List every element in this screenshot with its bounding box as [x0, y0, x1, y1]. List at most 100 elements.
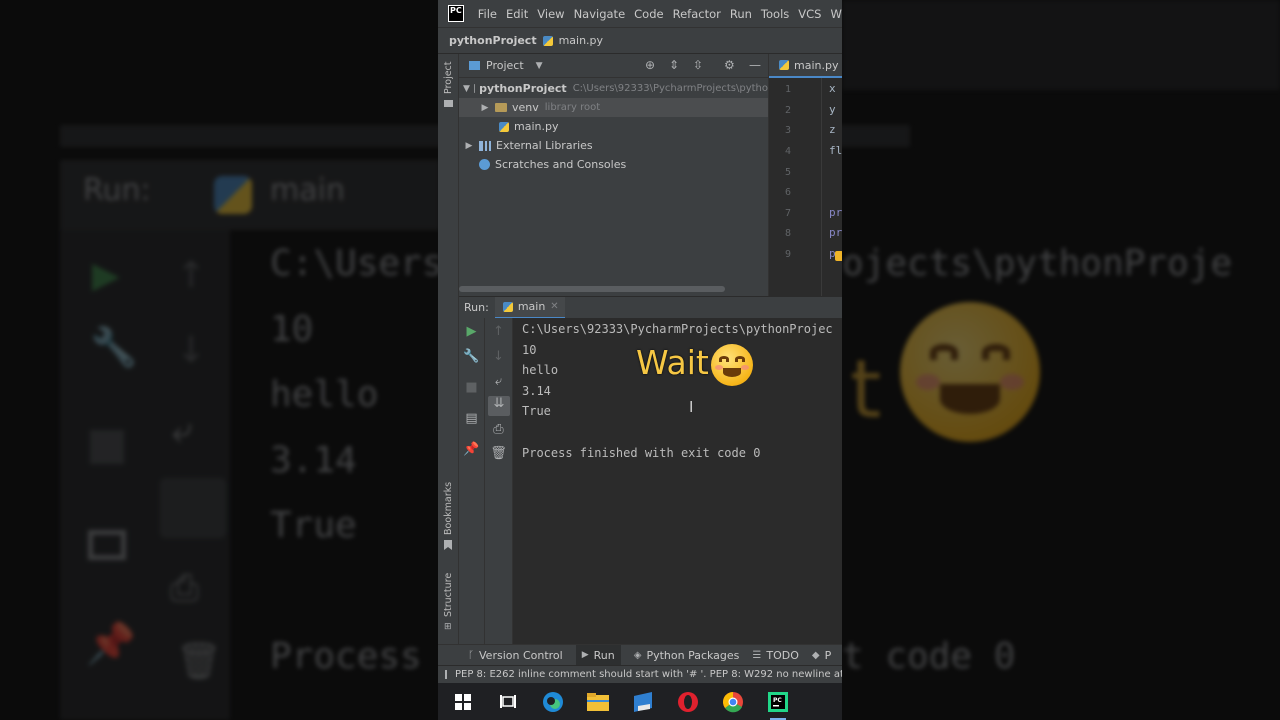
menu-bar: PC File Edit View Navigate Code Refactor… — [438, 0, 842, 27]
ms-store-icon[interactable] — [630, 689, 656, 715]
wait-overlay: Wait — [636, 343, 753, 386]
status-message: PEP 8: E262 inline comment should start … — [455, 669, 842, 680]
line-number: 4 — [784, 146, 791, 157]
bg-wrap-icon: ⤶ — [172, 410, 193, 451]
menu-run[interactable]: Run — [730, 7, 752, 21]
tree-item-external-libraries[interactable]: ▶ External Libraries — [459, 136, 768, 155]
run-tab-label: main — [517, 300, 546, 313]
menu-view[interactable]: View — [537, 7, 564, 21]
tree-item-scratches[interactable]: Scratches and Consoles — [459, 155, 768, 174]
run-tool-label: Run — [593, 648, 615, 662]
branch-icon: ᚴ — [468, 649, 474, 661]
menu-window[interactable]: Wind — [830, 7, 842, 21]
menu-refactor[interactable]: Refactor — [673, 7, 721, 21]
run-tab-main[interactable]: main ✕ — [494, 296, 565, 319]
library-icon — [479, 140, 491, 151]
status-window-icon[interactable] — [445, 670, 447, 679]
opera-browser-icon[interactable] — [675, 689, 701, 715]
chevron-down-icon[interactable]: ▼ — [463, 84, 470, 94]
tree-item-venv[interactable]: ▶ venv library root — [459, 98, 768, 117]
project-tool-button[interactable]: Project — [443, 61, 454, 94]
bookmark-icon — [444, 540, 452, 550]
rerun-icon[interactable]: ▶ — [459, 324, 484, 339]
stop-icon[interactable]: ■ — [459, 380, 484, 395]
editor-tab-main-py[interactable]: main.py — [769, 54, 842, 78]
bg-run-icon: ▶ — [92, 255, 120, 296]
console-line: Process finished with exit code 0 — [522, 446, 761, 460]
python-console-button[interactable]: ◆ P — [812, 649, 831, 662]
locate-icon[interactable]: ⊕ — [645, 58, 655, 72]
file-explorer-icon[interactable] — [585, 689, 611, 715]
chrome-browser-icon[interactable] — [720, 689, 746, 715]
chevron-right-icon[interactable]: ▶ — [463, 141, 475, 151]
menu-edit[interactable]: Edit — [506, 7, 528, 21]
intention-bulb-icon[interactable] — [835, 251, 842, 261]
expand-all-icon[interactable]: ⇕ — [669, 58, 679, 72]
layout-icon[interactable]: ▤ — [459, 411, 484, 426]
version-control-button[interactable]: ᚴ Version Control — [468, 649, 563, 662]
console-line: 10 — [522, 343, 537, 357]
menu-navigate[interactable]: Navigate — [574, 7, 626, 21]
bg-python-icon — [214, 176, 252, 214]
project-panel: Project ▼ ⊕ ⇕ ⇳ ⚙ — ▼ pythonProject C:\U… — [459, 54, 768, 296]
tool-window-bar: ᚴ Version Control ▶ Run ◈ Python Package… — [438, 644, 842, 666]
run-tool-button[interactable]: ▶ Run — [575, 644, 621, 666]
bg-print-icon: ⎙ — [170, 568, 199, 609]
python-packages-button[interactable]: ◈ Python Packages — [634, 649, 740, 662]
line-number: 7 — [784, 208, 791, 219]
todo-button[interactable]: ☰ TODO — [752, 649, 798, 662]
close-icon[interactable]: ✕ — [550, 301, 558, 312]
scroll-to-end-icon[interactable]: ⇊ — [488, 396, 510, 416]
bg-smiley-emoji — [900, 302, 1040, 442]
horizontal-scrollbar[interactable] — [459, 286, 725, 292]
chevron-down-icon[interactable]: ▼ — [536, 61, 543, 71]
tree-item-main-py[interactable]: main.py — [459, 117, 768, 136]
up-arrow-icon[interactable]: ↑ — [485, 324, 512, 339]
menu-vcs[interactable]: VCS — [798, 7, 821, 21]
chevron-right-icon[interactable]: ▶ — [479, 103, 491, 113]
gear-icon[interactable]: ⚙ — [724, 58, 735, 72]
menu-code[interactable]: Code — [634, 7, 663, 21]
line-number: 3 — [784, 125, 791, 136]
bg-right-t: t — [850, 343, 882, 436]
status-bar: PEP 8: E262 inline comment should start … — [438, 665, 842, 683]
python-packages-label: Python Packages — [646, 648, 740, 662]
todo-label: TODO — [766, 648, 799, 662]
trash-icon[interactable]: 🗑 — [485, 446, 512, 461]
bookmarks-tool-button[interactable]: Bookmarks — [443, 482, 454, 535]
edge-browser-icon[interactable] — [540, 689, 566, 715]
text-cursor-icon: I — [689, 398, 694, 416]
down-arrow-icon[interactable]: ↓ — [485, 349, 512, 364]
left-tool-strip: Project Bookmarks Structure ⊞ — [438, 54, 459, 662]
run-toolbar-primary: ▶ 🔧 ■ ▤ 📌 — [459, 318, 485, 662]
breadcrumb-file[interactable]: main.py — [559, 34, 603, 47]
bg-stop-icon — [90, 430, 124, 464]
collapse-all-icon[interactable]: ⇳ — [693, 58, 703, 72]
minimize-icon[interactable]: — — [749, 58, 761, 72]
bg-scroll-end-icon — [160, 478, 226, 538]
menu-file[interactable]: File — [478, 7, 497, 21]
bg-tab-label: main — [270, 173, 345, 208]
print-icon[interactable]: ⎙ — [485, 422, 512, 437]
gutter-divider — [821, 78, 822, 296]
console-line: 3.14 — [522, 384, 551, 398]
project-view-selector[interactable]: Project — [486, 59, 524, 72]
bg-pin-icon: 📌 — [86, 621, 136, 667]
soft-wrap-icon[interactable]: ⤶ — [485, 374, 512, 389]
version-control-label: Version Control — [479, 648, 563, 662]
console-line: hello — [522, 363, 559, 377]
menu-tools[interactable]: Tools — [761, 7, 789, 21]
console-line: C:\Users\92333\PycharmProjects\pythonPro… — [522, 322, 833, 336]
pycharm-taskbar-icon[interactable]: PC — [765, 689, 791, 720]
line-number: 5 — [784, 167, 791, 178]
tree-item-project-root[interactable]: ▼ pythonProject C:\Users\92333\PycharmPr… — [459, 79, 768, 98]
breadcrumb-project[interactable]: pythonProject — [449, 34, 537, 47]
wrench-icon[interactable]: 🔧 — [459, 349, 484, 364]
structure-tool-button[interactable]: Structure — [443, 573, 454, 617]
task-view-icon[interactable] — [495, 689, 521, 715]
line-number: 8 — [784, 228, 791, 239]
windows-start-icon[interactable] — [450, 689, 476, 715]
pin-icon[interactable]: 📌 — [459, 442, 484, 457]
code-editor[interactable]: main.py 1 2 3 4 5 6 7 8 9 x y z fl pr pr… — [768, 54, 842, 296]
bg-line-6: Process — [270, 636, 422, 677]
